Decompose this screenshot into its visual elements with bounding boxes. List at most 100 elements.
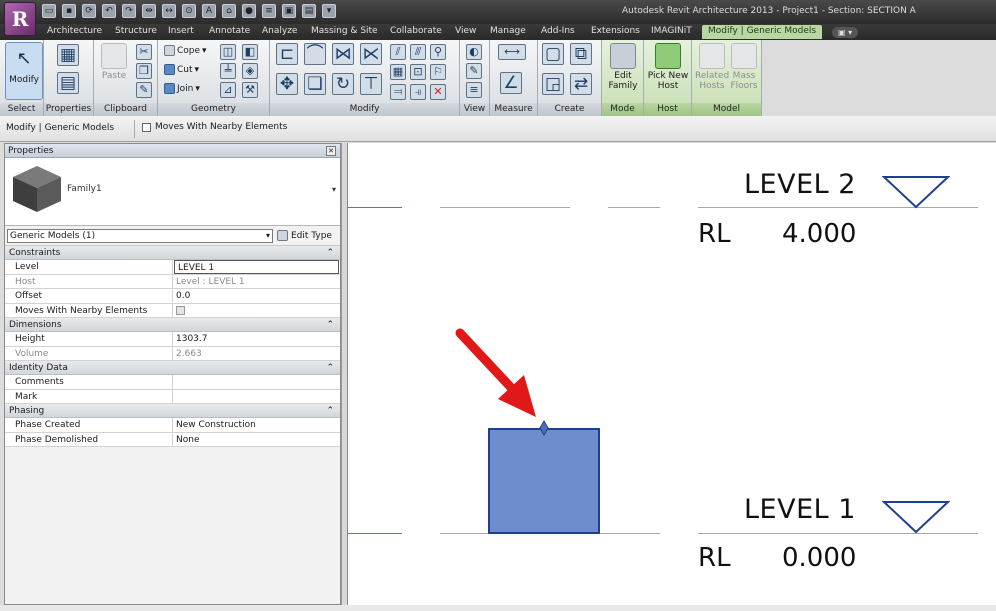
tab-annotate[interactable]: Annotate bbox=[209, 26, 250, 40]
level-2-line-segment[interactable] bbox=[348, 207, 402, 208]
angular-dimension-icon[interactable]: ∠ bbox=[500, 72, 522, 94]
hide-in-view-icon[interactable]: ◐ bbox=[466, 44, 482, 60]
type-properties-icon[interactable]: ▤ bbox=[57, 72, 79, 94]
3d-view-icon[interactable]: ⌂ bbox=[222, 4, 236, 18]
pick-new-host-button[interactable]: Pick New Host bbox=[646, 43, 690, 91]
customize-qat-icon[interactable]: ▾ bbox=[322, 4, 336, 18]
moves-with-nearby-checkbox[interactable] bbox=[142, 122, 151, 132]
collapse-icon[interactable]: ⌃ bbox=[326, 361, 334, 375]
property-row-offset[interactable]: Offset 0.0 bbox=[5, 289, 340, 304]
property-row-mark[interactable]: Mark bbox=[5, 389, 340, 404]
level-value-field[interactable]: LEVEL 1 bbox=[174, 260, 339, 274]
offset-value-field[interactable]: 0.0 bbox=[173, 289, 340, 303]
tab-manage[interactable]: Manage bbox=[490, 26, 526, 40]
collapse-icon[interactable]: ⌃ bbox=[326, 404, 334, 418]
ribbon-minimize-toggle[interactable]: ▣ ▾ bbox=[832, 27, 859, 38]
create-group-icon[interactable]: ◲ bbox=[542, 73, 564, 95]
text-icon[interactable]: A bbox=[202, 4, 216, 18]
property-row-phase-created[interactable]: Phase Created New Construction bbox=[5, 418, 340, 433]
group-dimensions[interactable]: Dimensions ⌃ bbox=[5, 318, 340, 332]
copy-element-icon[interactable]: ❏ bbox=[304, 73, 326, 95]
tab-structure[interactable]: Structure bbox=[115, 26, 157, 40]
open-icon[interactable]: ▭ bbox=[42, 4, 56, 18]
level-2-line-segment[interactable] bbox=[440, 207, 570, 208]
group-constraints[interactable]: Constraints ⌃ bbox=[5, 246, 340, 260]
level-1-head-triangle-icon[interactable] bbox=[882, 500, 950, 534]
close-icon[interactable]: ✕ bbox=[326, 146, 336, 156]
cut-geometry-button[interactable]: Cut ▾ bbox=[164, 64, 199, 75]
property-row-height[interactable]: Height 1303.7 bbox=[5, 332, 340, 347]
unjoin-icon[interactable]: ◧ bbox=[242, 44, 258, 60]
demolish-icon[interactable]: ⊿ bbox=[220, 82, 236, 98]
mass-floors-button[interactable]: Mass Floors bbox=[728, 43, 760, 91]
height-value-field[interactable]: 1303.7 bbox=[173, 332, 340, 346]
modify-button[interactable]: ↖ Modify bbox=[5, 42, 43, 100]
phase-created-value-field[interactable]: New Construction bbox=[173, 418, 340, 432]
sync-icon[interactable]: ⟳ bbox=[82, 4, 96, 18]
trim-multiple-icon[interactable]: ⫤ bbox=[390, 84, 406, 100]
dimension-icon[interactable]: ↔ bbox=[162, 4, 176, 18]
element-filter-dropdown[interactable]: Generic Models (1) ▾ bbox=[7, 229, 273, 243]
measure-distance-icon[interactable]: ⟷ bbox=[498, 44, 526, 60]
rotate-icon[interactable]: ↻ bbox=[332, 73, 354, 95]
pin-icon[interactable]: ⚲ bbox=[430, 44, 446, 60]
linework-icon[interactable]: ≡ bbox=[466, 82, 482, 98]
properties-icon[interactable]: ▦ bbox=[57, 44, 79, 66]
tab-insert[interactable]: Insert bbox=[168, 26, 194, 40]
related-hosts-button[interactable]: Related Hosts bbox=[695, 43, 729, 91]
mirror-draw-icon[interactable]: ⋉ bbox=[360, 43, 382, 65]
tab-extensions[interactable]: Extensions bbox=[591, 26, 640, 40]
level-1-elevation[interactable]: 0.000 bbox=[782, 543, 856, 573]
tag-icon[interactable]: ⊙ bbox=[182, 4, 196, 18]
application-menu-button[interactable]: R bbox=[4, 2, 36, 36]
tab-view[interactable]: View bbox=[455, 26, 476, 40]
create-parts-icon[interactable]: ⧉ bbox=[570, 43, 592, 65]
match-type-icon[interactable]: ✎ bbox=[136, 82, 152, 98]
tab-massing-site[interactable]: Massing & Site bbox=[311, 26, 378, 40]
unpin-icon[interactable]: ⚐ bbox=[430, 64, 446, 80]
split-gap-icon[interactable]: ⫻ bbox=[410, 44, 426, 60]
measure-icon[interactable]: ⇹ bbox=[142, 4, 156, 18]
thin-lines-icon[interactable]: ≡ bbox=[262, 4, 276, 18]
edit-family-button[interactable]: Edit Family bbox=[606, 43, 640, 91]
property-row-moves-with-nearby[interactable]: Moves With Nearby Elements bbox=[5, 303, 340, 318]
collapse-icon[interactable]: ⌃ bbox=[326, 318, 334, 332]
switch-windows-icon[interactable]: ▤ bbox=[302, 4, 316, 18]
cut-icon[interactable]: ✂ bbox=[136, 44, 152, 60]
redo-icon[interactable]: ↷ bbox=[122, 4, 136, 18]
paint-icon[interactable]: ◈ bbox=[242, 63, 258, 79]
level-2-elevation[interactable]: 4.000 bbox=[782, 219, 856, 249]
tab-collaborate[interactable]: Collaborate bbox=[390, 26, 442, 40]
collapse-icon[interactable]: ⌃ bbox=[326, 246, 334, 260]
trim-extend-icon[interactable]: ⊤ bbox=[360, 73, 382, 95]
undo-icon[interactable]: ↶ bbox=[102, 4, 116, 18]
wall-joins-icon[interactable]: ◫ bbox=[220, 44, 236, 60]
property-row-level[interactable]: Level LEVEL 1 bbox=[5, 260, 340, 275]
offset-icon[interactable]: ⌒ bbox=[304, 43, 326, 65]
create-assembly-icon[interactable]: ▢ bbox=[542, 43, 564, 65]
tab-analyze[interactable]: Analyze bbox=[262, 26, 297, 40]
level-1-line-segment[interactable] bbox=[440, 533, 488, 534]
align-icon[interactable]: ⊏ bbox=[276, 43, 298, 65]
split-face-icon[interactable]: ╧ bbox=[220, 63, 236, 79]
properties-header[interactable]: Properties ✕ bbox=[5, 144, 340, 158]
moves-with-nearby-property-checkbox[interactable] bbox=[176, 305, 185, 315]
chevron-down-icon[interactable]: ▾ bbox=[332, 185, 336, 194]
join-button[interactable]: Join ▾ bbox=[164, 83, 200, 94]
copy-icon[interactable]: ❐ bbox=[136, 63, 152, 79]
delete-icon[interactable]: ✕ bbox=[430, 84, 446, 100]
tab-add-ins[interactable]: Add-Ins bbox=[541, 26, 575, 40]
level-1-line-segment[interactable] bbox=[600, 533, 660, 534]
hammer-icon[interactable]: ⚒ bbox=[242, 82, 258, 98]
level-1-name[interactable]: LEVEL 1 bbox=[744, 494, 856, 525]
scale-icon[interactable]: ⊡ bbox=[410, 64, 426, 80]
group-phasing[interactable]: Phasing ⌃ bbox=[5, 404, 340, 418]
level-2-head-triangle-icon[interactable] bbox=[882, 175, 950, 209]
edit-type-button[interactable]: Edit Type bbox=[277, 230, 332, 241]
paste-button[interactable]: Paste bbox=[100, 43, 128, 81]
moves-with-nearby-option[interactable]: Moves With Nearby Elements bbox=[142, 122, 287, 132]
split-icon[interactable]: ⫽ bbox=[390, 44, 406, 60]
property-row-phase-demolished[interactable]: Phase Demolished None bbox=[5, 432, 340, 447]
array-icon[interactable]: ▦ bbox=[390, 64, 406, 80]
override-graphics-icon[interactable]: ✎ bbox=[466, 63, 482, 79]
